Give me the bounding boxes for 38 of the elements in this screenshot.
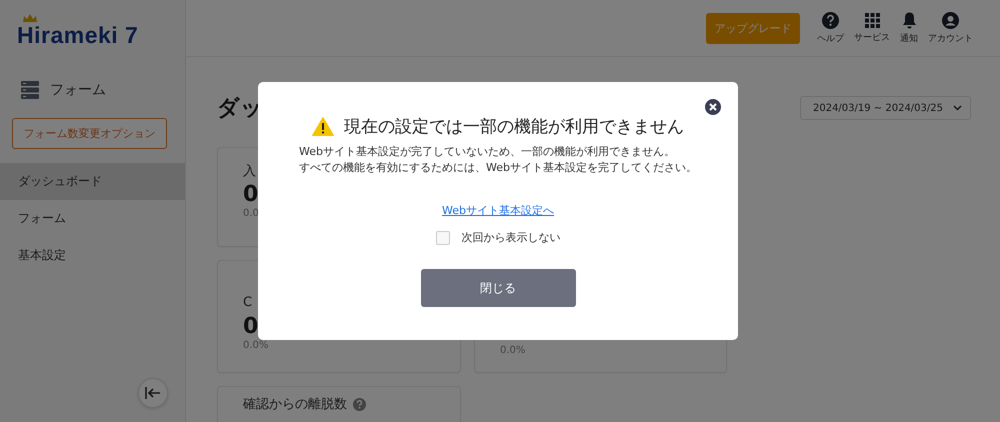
modal-title: 現在の設定では一部の機能が利用できません [344,116,684,138]
modal-message: すべての機能を有効にするためには、Webサイト基本設定を完了してください。 [299,160,697,176]
logo[interactable]: Hirameki 7 [17,22,138,48]
section-title: フォーム [50,81,106,99]
header-action-button[interactable]: アカウント [923,12,978,44]
close-button[interactable]: 閉じる [420,269,576,307]
grid-icon [864,12,880,28]
card-label: C [243,295,252,310]
stat-value: 0 [243,314,258,340]
header-action-button[interactable]: 通知 [895,12,923,44]
crown-icon [22,14,38,23]
close-icon[interactable] [705,99,721,115]
collapse-icon [144,386,162,400]
nav-item[interactable]: 基本設定 [0,237,185,274]
settings-link[interactable]: Webサイト基本設定へ [442,203,554,218]
checkbox[interactable] [436,230,450,244]
header-action-button[interactable]: サービス [849,12,895,44]
account-icon [942,12,959,28]
chevron-down-icon [953,105,962,111]
stat-rate: 0.0% [243,340,268,351]
form-option-button[interactable]: フォーム数変更オプション [12,118,167,149]
stat-value: 0 [243,182,258,208]
stat-rate: 0.0 [243,208,259,219]
page-title: ダッ [217,95,263,123]
help-icon [822,12,839,28]
stat-rate: 0.0% [500,345,526,356]
card-label: 入 [243,163,256,180]
date-range-dropdown[interactable]: 2024/03/19 ~ 2024/03/25 [800,96,971,120]
nav-item[interactable]: フォーム [0,200,185,237]
header-action-button[interactable]: ヘルプ [812,12,849,44]
card-label: 確認からの離脱数 [243,396,347,413]
server-icon [20,80,40,100]
nav-item[interactable]: ダッシュボード [0,163,185,200]
collapse-sidebar-button[interactable] [138,378,168,408]
warning-icon [312,117,334,136]
checkbox-label: 次回から表示しない [462,230,560,245]
bell-icon [902,12,916,28]
modal-message: Webサイト基本設定が完了していないため、一部の機能が利用できません。 [299,144,675,160]
